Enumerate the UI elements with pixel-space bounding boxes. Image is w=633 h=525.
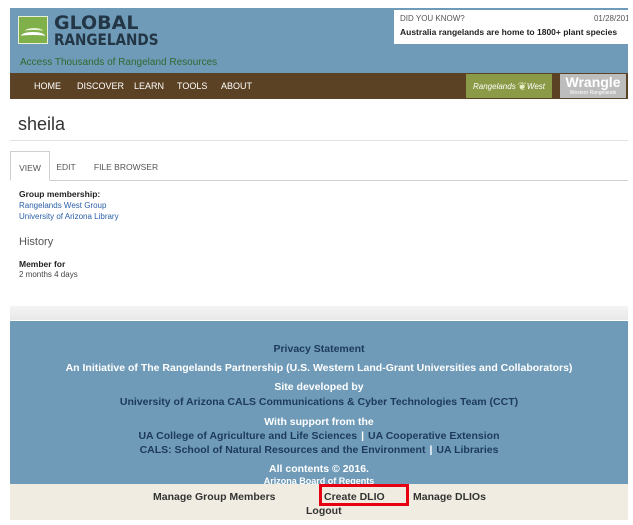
snre-link[interactable]: CALS: School of Natural Resources and th… xyxy=(140,444,426,456)
wrangle-logo[interactable]: Wrangle Western Rangelands xyxy=(560,74,626,98)
did-you-know-fact[interactable]: Australia rangelands are home to 1800+ p… xyxy=(400,27,617,37)
site-footer: Privacy Statement An Initiative of The R… xyxy=(10,321,628,486)
privacy-statement-link[interactable]: Privacy Statement xyxy=(10,343,628,355)
member-for-label: Member for xyxy=(19,259,66,269)
nav-item-discover[interactable]: DISCOVER xyxy=(77,81,124,91)
initiative-text[interactable]: An Initiative of The Rangelands Partners… xyxy=(10,362,628,374)
group-link-rangelands-west[interactable]: Rangelands West Group xyxy=(19,201,106,210)
wrangle-label: Wrangle xyxy=(565,74,621,90)
ua-libraries-link[interactable]: UA Libraries xyxy=(436,444,498,456)
nav-item-learn[interactable]: LEARN xyxy=(134,81,164,91)
developer-link[interactable]: University of Arizona CALS Communication… xyxy=(10,396,628,408)
nav-item-about[interactable]: ABOUT xyxy=(221,81,252,91)
manage-group-members-link[interactable]: Manage Group Members xyxy=(153,491,276,503)
rangelands-west-label: Rangelands xyxy=(473,81,516,91)
did-you-know-label: DID YOU KNOW? xyxy=(400,14,465,23)
footer-separator: | xyxy=(361,430,365,442)
rangelands-west-label-2: West xyxy=(526,81,545,91)
tab-edit[interactable]: EDIT xyxy=(50,151,82,181)
tab-file-browser[interactable]: FILE BROWSER xyxy=(86,151,166,181)
create-dlio-highlight xyxy=(319,484,409,506)
manage-dlios-link[interactable]: Manage DLIOs xyxy=(413,491,486,503)
title-divider xyxy=(10,140,628,141)
group-link-ua-library[interactable]: University of Arizona Library xyxy=(19,212,119,221)
plant-sprig-icon: ❦ xyxy=(517,80,527,93)
content-bottom-shadow xyxy=(10,306,628,320)
rangelands-west-logo[interactable]: Rangelands ❦ West xyxy=(466,74,552,98)
group-membership-label: Group membership: xyxy=(19,189,101,199)
page-title: sheila xyxy=(18,114,66,134)
did-you-know-box: DID YOU KNOW? 01/28/2016 Australia range… xyxy=(394,10,628,44)
history-heading: History xyxy=(19,236,54,248)
copyright-text: All contents © 2016. xyxy=(269,463,369,475)
tab-view[interactable]: VIEW xyxy=(10,151,50,181)
site-developed-text: Site developed by xyxy=(274,381,364,393)
cals-link[interactable]: UA College of Agriculture and Life Scien… xyxy=(138,430,357,442)
rangelands-logo-icon[interactable] xyxy=(18,16,48,44)
nav-item-tools[interactable]: TOOLS xyxy=(177,81,207,91)
did-you-know-date: 01/28/2016 xyxy=(593,14,628,23)
extension-link[interactable]: UA Cooperative Extension xyxy=(368,430,499,442)
support-text: With support from the xyxy=(264,416,374,428)
site-header: GLOBAL RANGELANDS Access Thousands of Ra… xyxy=(10,8,628,73)
member-for-value: 2 months 4 days xyxy=(19,270,78,279)
site-tagline: Access Thousands of Rangeland Resources xyxy=(20,57,218,68)
logout-link[interactable]: Logout xyxy=(306,505,342,517)
profile-tabs: VIEW EDIT FILE BROWSER xyxy=(10,151,628,181)
nav-item-home[interactable]: HOME xyxy=(34,81,61,91)
footer-separator: | xyxy=(429,444,433,456)
logo-title-line2[interactable]: RANGELANDS xyxy=(54,32,158,48)
main-nav: HOME DISCOVER LEARN TOOLS ABOUT Rangelan… xyxy=(10,73,628,99)
wrangle-sublabel: Western Rangelands xyxy=(569,90,617,96)
